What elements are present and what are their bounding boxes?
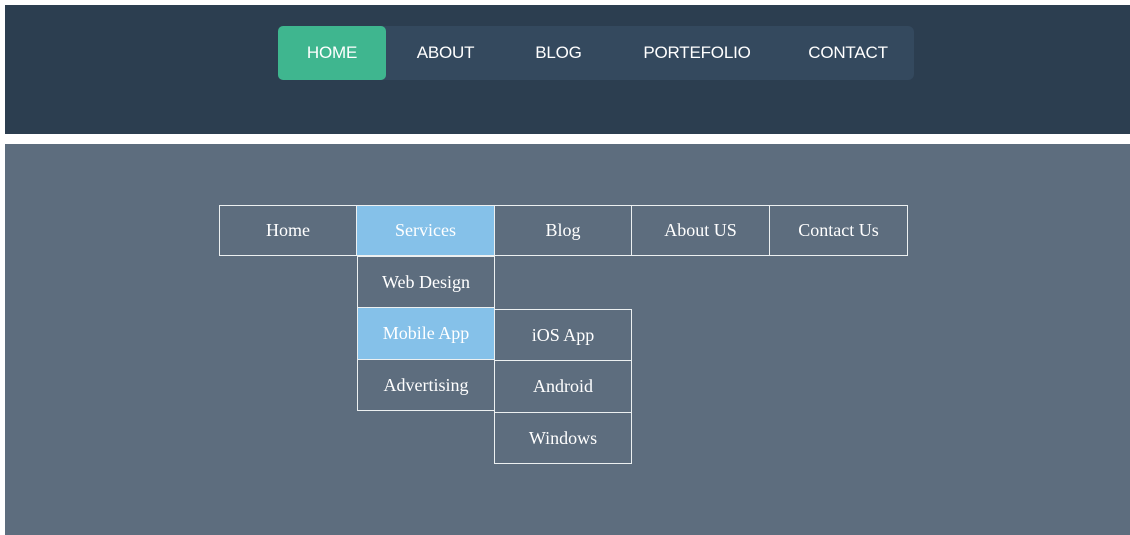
submenu-item-advertising[interactable]: Advertising (357, 359, 495, 411)
menu-item-services[interactable]: Services (356, 205, 495, 256)
top-nav-about[interactable]: ABOUT (386, 26, 505, 80)
top-nav-portefolio[interactable]: PORTEFOLIO (612, 26, 782, 80)
dropdown-menu-panel: Home Services Blog About US Contact Us W… (5, 144, 1130, 535)
menu-item-blog[interactable]: Blog (494, 205, 632, 256)
submenu-item-ios-app[interactable]: iOS App (494, 309, 632, 361)
top-nav-bar: HOME ABOUT BLOG PORTEFOLIO CONTACT (278, 26, 914, 80)
submenu-item-windows[interactable]: Windows (494, 412, 632, 464)
submenu-item-android[interactable]: Android (494, 360, 632, 413)
top-nav-home[interactable]: HOME (278, 26, 386, 80)
menu-item-about-us[interactable]: About US (631, 205, 770, 256)
menu-item-home[interactable]: Home (219, 205, 357, 256)
top-nav-blog[interactable]: BLOG (505, 26, 612, 80)
top-nav-contact[interactable]: CONTACT (782, 26, 914, 80)
top-nav-panel: HOME ABOUT BLOG PORTEFOLIO CONTACT (5, 5, 1130, 134)
submenu-item-web-design[interactable]: Web Design (357, 256, 495, 308)
submenu-item-mobile-app[interactable]: Mobile App (357, 307, 495, 360)
menu-item-contact-us[interactable]: Contact Us (769, 205, 908, 256)
